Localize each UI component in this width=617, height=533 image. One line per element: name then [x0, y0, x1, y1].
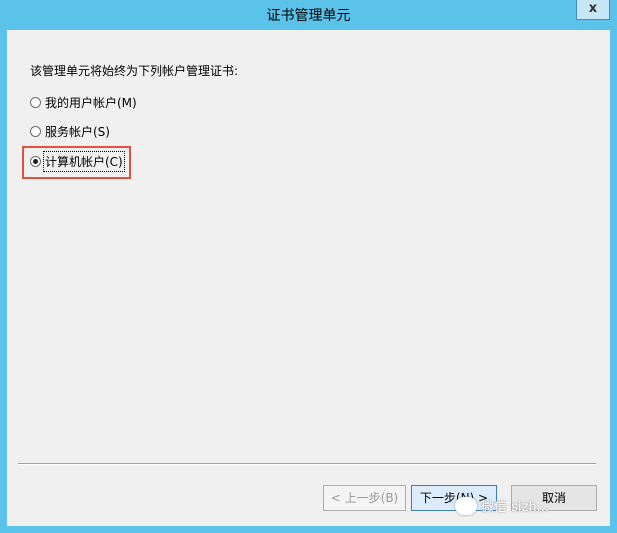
- title-bar[interactable]: 证书管理单元 x: [0, 0, 617, 30]
- wechat-icon: [455, 496, 477, 515]
- close-button[interactable]: x: [576, 0, 610, 20]
- window-title: 证书管理单元: [266, 8, 351, 24]
- button-separator: [18, 463, 596, 465]
- back-button[interactable]: < 上一步(B): [323, 485, 406, 511]
- watermark: 微信 sizh...: [455, 496, 549, 515]
- watermark-text: 微信 sizh...: [481, 500, 549, 515]
- dialog-window: 证书管理单元 x 该管理单元将始终为下列帐户管理证书: 我的用户帐户(M) 服务…: [0, 0, 617, 533]
- radio-icon[interactable]: [30, 96, 41, 108]
- instruction-text: 该管理单元将始终为下列帐户管理证书:: [30, 64, 239, 78]
- radio-service-account[interactable]: 服务帐户(S): [30, 122, 110, 140]
- close-icon: x: [588, 1, 598, 16]
- radio-my-user-account[interactable]: 我的用户帐户(M): [30, 93, 137, 111]
- radio-icon[interactable]: [30, 125, 41, 137]
- radio-label: 我的用户帐户(M): [45, 95, 137, 110]
- radio-label: 服务帐户(S): [45, 124, 110, 139]
- dialog-content: 该管理单元将始终为下列帐户管理证书: 我的用户帐户(M) 服务帐户(S) 计算机…: [7, 30, 610, 526]
- highlight-annotation: [22, 146, 131, 179]
